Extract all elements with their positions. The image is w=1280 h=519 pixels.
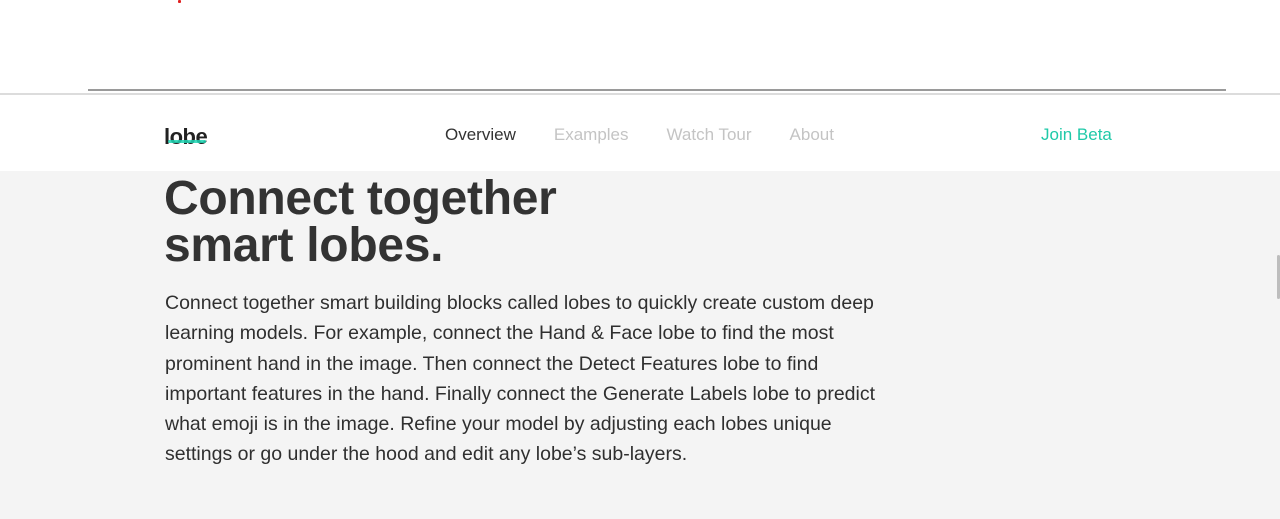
hero-paragraph: Connect together smart building blocks c… xyxy=(165,292,876,466)
red-marker xyxy=(178,0,181,3)
top-divider xyxy=(88,89,1226,91)
top-blank-area xyxy=(0,0,1280,93)
nav-link-about[interactable]: About xyxy=(790,125,834,145)
hero-headline-line-2: smart lobes. xyxy=(164,219,444,272)
logo[interactable]: lobe xyxy=(164,124,208,150)
nav-link-overview[interactable]: Overview xyxy=(445,125,516,145)
hero-headline: Connect together smart lobes. xyxy=(164,172,864,272)
nav-link-watch-tour[interactable]: Watch Tour xyxy=(667,125,752,145)
hero-headline-line-1: Connect together xyxy=(164,172,557,225)
nav-link-examples[interactable]: Examples xyxy=(554,125,629,145)
join-beta-button[interactable]: Join Beta xyxy=(1041,125,1112,145)
nav-links: Overview Examples Watch Tour About xyxy=(445,125,834,145)
logo-accent-underline xyxy=(168,140,206,143)
